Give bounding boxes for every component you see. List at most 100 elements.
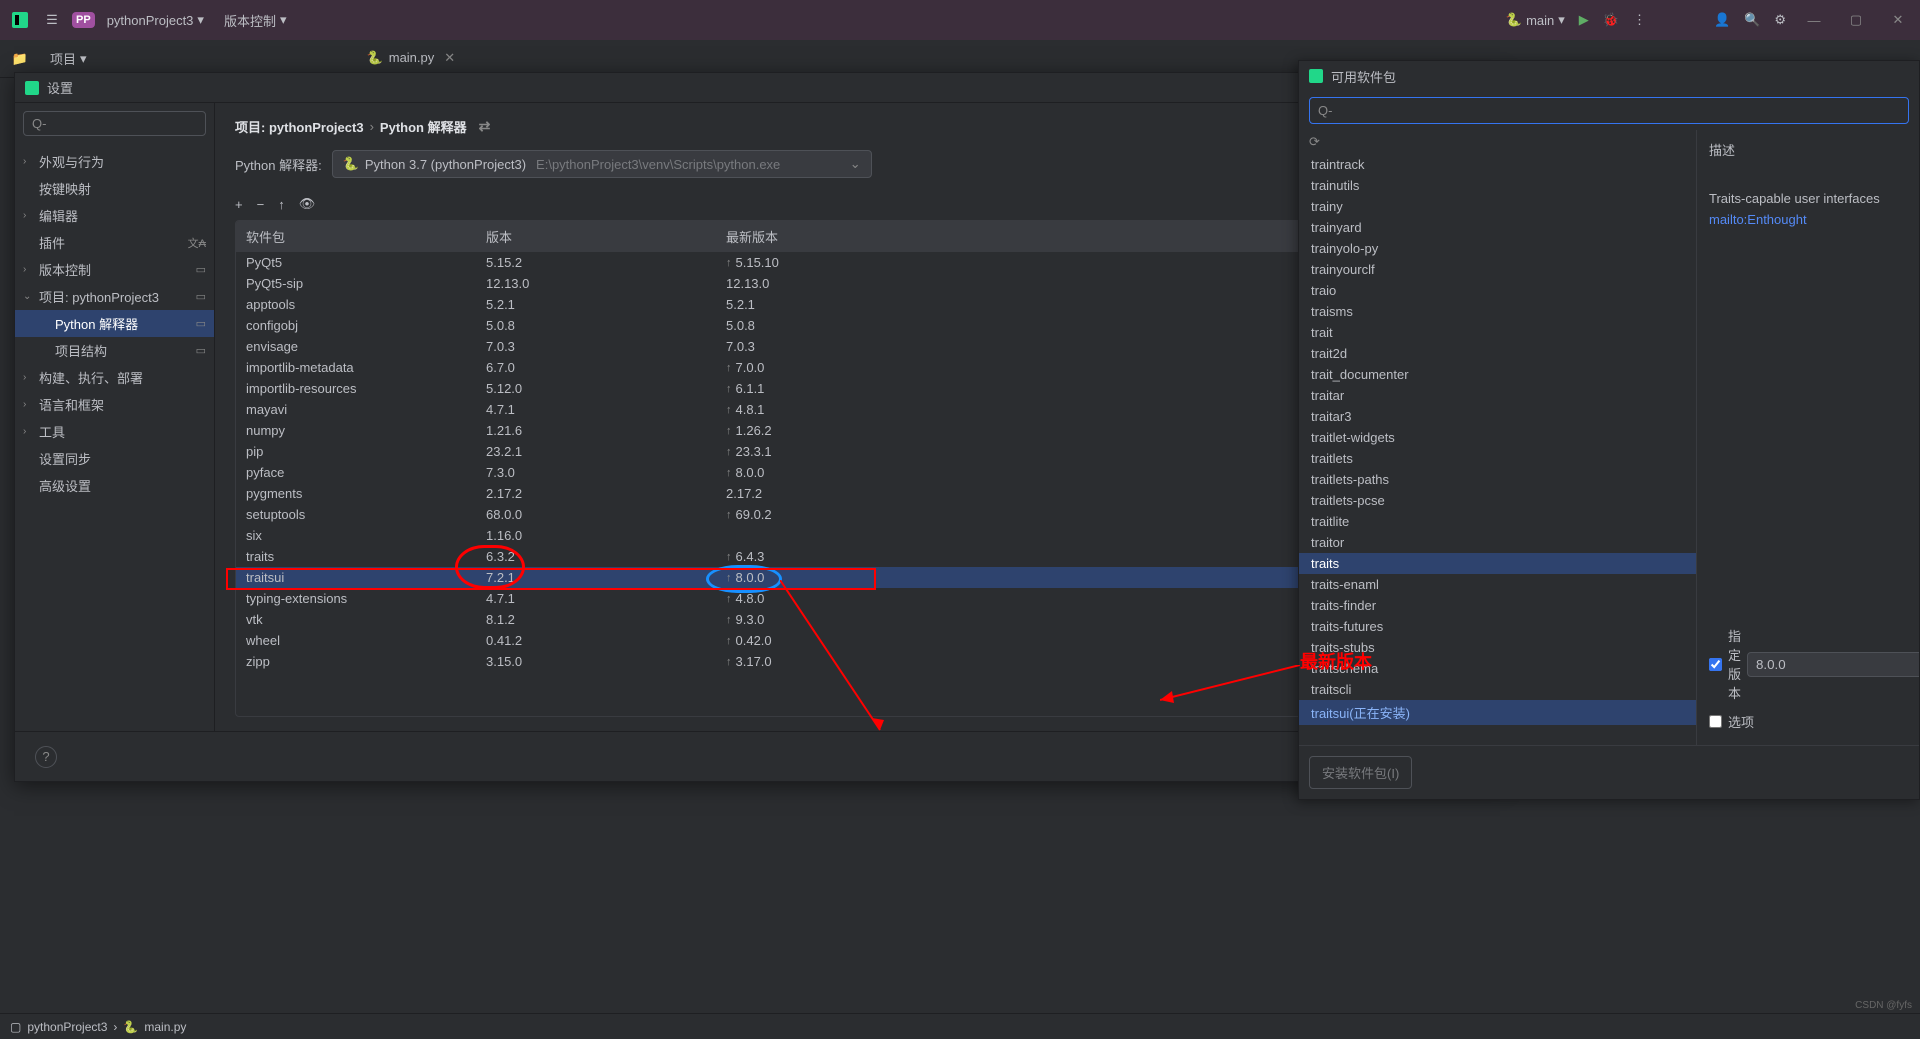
maximize-icon[interactable]: ▢ <box>1842 6 1870 34</box>
file-tab-label: main.py <box>389 50 435 65</box>
table-row[interactable]: PyQt5-sip12.13.012.13.0 <box>236 273 1478 294</box>
col-version: 版本 <box>486 227 726 246</box>
table-row[interactable]: apptools5.2.15.2.1 <box>236 294 1478 315</box>
close-tab-icon[interactable]: ✕ <box>444 50 455 66</box>
more-icon[interactable]: ⋮ <box>1633 12 1646 28</box>
table-row[interactable]: six1.16.0 <box>236 525 1478 546</box>
avail-item[interactable]: traitlets-paths <box>1299 469 1696 490</box>
avail-item[interactable]: traitschema <box>1299 658 1696 679</box>
install-package-button[interactable]: 安装软件包(I) <box>1309 756 1412 789</box>
tree-project-structure[interactable]: 项目结构▭ <box>15 337 214 364</box>
table-row[interactable]: configobj5.0.85.0.8 <box>236 315 1478 336</box>
avail-item[interactable]: traitlite <box>1299 511 1696 532</box>
table-row[interactable]: vtk8.1.2↑9.3.0 <box>236 609 1478 630</box>
folder-tool-icon[interactable]: 📁 <box>0 51 40 67</box>
avail-package-list[interactable]: ⟳ traintracktrainutilstrainytrainyardtra… <box>1299 130 1697 745</box>
avail-item[interactable]: traisms <box>1299 301 1696 322</box>
nav-arrows-icon[interactable]: ⇄ <box>479 118 491 135</box>
search-icon[interactable]: 🔍 <box>1744 12 1760 28</box>
interpreter-name: Python 3.7 (pythonProject3) <box>365 157 526 172</box>
table-row[interactable]: importlib-metadata6.7.0↑7.0.0 <box>236 357 1478 378</box>
avail-item[interactable]: traitlets-pcse <box>1299 490 1696 511</box>
tree-sync[interactable]: 设置同步 <box>15 445 214 472</box>
avail-item[interactable]: trainutils <box>1299 175 1696 196</box>
tree-appearance[interactable]: ›外观与行为 <box>15 148 214 175</box>
tree-lang[interactable]: ›语言和框架 <box>15 391 214 418</box>
avail-item[interactable]: traitar3 <box>1299 406 1696 427</box>
avail-item[interactable]: trait2d <box>1299 343 1696 364</box>
tree-project[interactable]: ⌄项目: pythonProject3▭ <box>15 283 214 310</box>
avail-item[interactable]: traits-finder <box>1299 595 1696 616</box>
avail-item[interactable]: trainyolo-py <box>1299 238 1696 259</box>
bottom-file[interactable]: main.py <box>144 1020 186 1034</box>
tree-plugins[interactable]: 插件文₳ <box>15 229 214 256</box>
avail-item[interactable]: traitscli <box>1299 679 1696 700</box>
tree-advanced[interactable]: 高级设置 <box>15 472 214 499</box>
show-early-icon[interactable]: 👁 <box>299 196 316 212</box>
project-flag-icon: ▭ <box>196 317 206 330</box>
table-row[interactable]: pygments2.17.22.17.2 <box>236 483 1478 504</box>
minimize-icon[interactable]: — <box>1800 6 1828 34</box>
project-selector[interactable]: pythonProject3▾ <box>107 12 204 28</box>
vcs-menu[interactable]: 版本控制▾ <box>224 11 287 30</box>
table-row[interactable]: numpy1.21.6↑1.26.2 <box>236 420 1478 441</box>
avail-item[interactable]: trainy <box>1299 196 1696 217</box>
tree-editor[interactable]: ›编辑器 <box>15 202 214 229</box>
version-input[interactable] <box>1747 652 1919 677</box>
file-tab-main[interactable]: 🐍 main.py ✕ <box>357 44 466 74</box>
table-row[interactable]: traitsui7.2.1↑8.0.0 <box>236 567 1478 588</box>
tree-vcs[interactable]: ›版本控制▭ <box>15 256 214 283</box>
desc-link[interactable]: mailto:Enthought <box>1709 212 1907 227</box>
table-row[interactable]: wheel0.41.2↑0.42.0 <box>236 630 1478 651</box>
avail-item[interactable]: trainyard <box>1299 217 1696 238</box>
table-row[interactable]: mayavi4.7.1↑4.8.1 <box>236 399 1478 420</box>
avail-item[interactable]: traitlets <box>1299 448 1696 469</box>
avail-item[interactable]: trait <box>1299 322 1696 343</box>
project-tool-dropdown[interactable]: 项目▾ <box>40 49 97 68</box>
avail-item[interactable]: traits-stubs <box>1299 637 1696 658</box>
tree-keymap[interactable]: 按键映射 <box>15 175 214 202</box>
table-row[interactable]: PyQt55.15.2↑5.15.10 <box>236 252 1478 273</box>
avail-search-input[interactable]: Q- <box>1309 97 1909 124</box>
help-icon[interactable]: ? <box>35 746 57 768</box>
table-row[interactable]: pyface7.3.0↑8.0.0 <box>236 462 1478 483</box>
close-icon[interactable]: ✕ <box>1884 6 1912 34</box>
code-with-me-icon[interactable]: 👤 <box>1714 12 1730 28</box>
specify-version-checkbox[interactable] <box>1709 658 1722 671</box>
tree-build[interactable]: ›构建、执行、部署 <box>15 364 214 391</box>
refresh-icon[interactable]: ⟳ <box>1299 130 1696 154</box>
remove-package-icon[interactable]: − <box>257 197 265 212</box>
upgrade-package-icon[interactable]: ↑ <box>278 197 285 212</box>
hamburger-icon[interactable]: ☰ <box>40 8 64 32</box>
tree-tools[interactable]: ›工具 <box>15 418 214 445</box>
avail-item[interactable]: traintrack <box>1299 154 1696 175</box>
dialog-footer: ? 确定 取消 <box>15 731 1499 781</box>
debug-icon[interactable]: 🐞 <box>1603 12 1619 28</box>
table-row[interactable]: zipp3.15.0↑3.17.0 <box>236 651 1478 672</box>
table-row[interactable]: importlib-resources5.12.0↑6.1.1 <box>236 378 1478 399</box>
avail-item[interactable]: traio <box>1299 280 1696 301</box>
run-icon[interactable]: ▶ <box>1579 12 1589 28</box>
bottom-folder[interactable]: pythonProject3 <box>27 1020 107 1034</box>
tree-python-interpreter[interactable]: Python 解释器▭ <box>15 310 214 337</box>
options-checkbox[interactable] <box>1709 715 1722 728</box>
add-package-icon[interactable]: + <box>235 197 243 212</box>
avail-item[interactable]: traits <box>1299 553 1696 574</box>
settings-icon[interactable]: ⚙ <box>1774 12 1786 28</box>
run-config-selector[interactable]: 🐍 main ▾ <box>1506 12 1565 28</box>
avail-item[interactable]: traitor <box>1299 532 1696 553</box>
avail-item[interactable]: traitlet-widgets <box>1299 427 1696 448</box>
table-row[interactable]: setuptools68.0.0↑69.0.2 <box>236 504 1478 525</box>
table-row[interactable]: traits6.3.2↑6.4.3 <box>236 546 1478 567</box>
table-row[interactable]: typing-extensions4.7.1↑4.8.0 <box>236 588 1478 609</box>
avail-item[interactable]: trait_documenter <box>1299 364 1696 385</box>
table-row[interactable]: envisage7.0.37.0.3 <box>236 336 1478 357</box>
avail-item[interactable]: traitar <box>1299 385 1696 406</box>
avail-item[interactable]: traits-futures <box>1299 616 1696 637</box>
settings-search-input[interactable]: Q- <box>23 111 206 136</box>
avail-item-installing[interactable]: traitsui(正在安装) <box>1299 700 1696 725</box>
table-row[interactable]: pip23.2.1↑23.3.1 <box>236 441 1478 462</box>
interpreter-dropdown[interactable]: 🐍 Python 3.7 (pythonProject3) E:\pythonP… <box>332 150 872 178</box>
avail-item[interactable]: trainyourclf <box>1299 259 1696 280</box>
avail-item[interactable]: traits-enaml <box>1299 574 1696 595</box>
